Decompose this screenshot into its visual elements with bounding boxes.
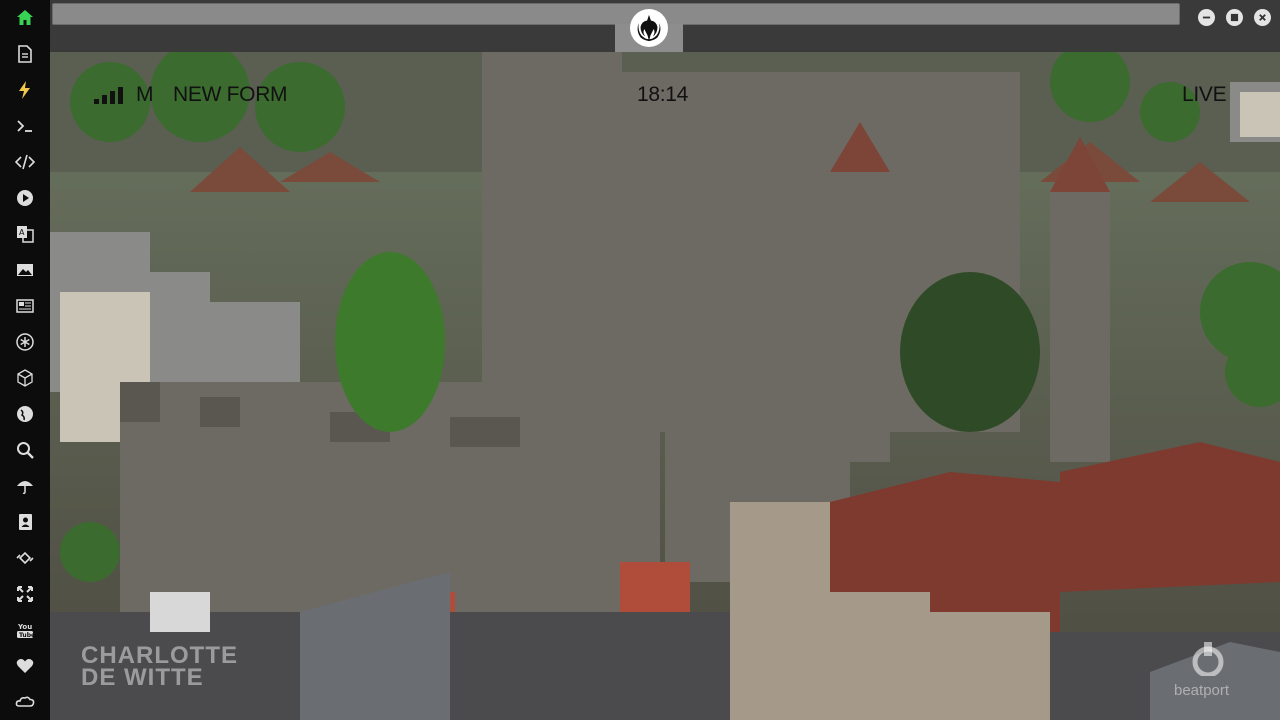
expand-icon[interactable]	[10, 580, 40, 608]
image-icon[interactable]	[10, 256, 40, 284]
svg-text:A: A	[19, 228, 25, 237]
live-video-frame	[50, 52, 1280, 720]
show-title: NEW FORM	[173, 83, 288, 106]
rebel-alliance-logo-icon	[630, 9, 668, 47]
home-icon[interactable]	[10, 4, 40, 32]
sidebar: A You Tube	[0, 0, 51, 720]
link-icon[interactable]	[10, 544, 40, 572]
document-icon[interactable]	[10, 40, 40, 68]
minimize-button[interactable]	[1198, 9, 1215, 26]
asterisk-icon[interactable]	[10, 328, 40, 356]
translate-icon[interactable]: A	[10, 220, 40, 248]
cloud-icon[interactable]	[10, 688, 40, 716]
live-status-badge: LIVE	[1182, 83, 1227, 106]
globe-icon[interactable]	[10, 400, 40, 428]
beatport-logo-icon	[1180, 642, 1236, 681]
brand-watermark: beatport	[1174, 682, 1230, 699]
close-button[interactable]	[1254, 9, 1271, 26]
signal-label: M	[136, 83, 154, 106]
news-icon[interactable]	[10, 292, 40, 320]
window-titlebar	[50, 0, 1280, 52]
heart-icon[interactable]	[10, 652, 40, 680]
code-icon[interactable]	[10, 148, 40, 176]
contact-icon[interactable]	[10, 508, 40, 536]
video-player[interactable]: M NEW FORM 18:14 LIVE CHARLOTTE DE WITTE…	[50, 52, 1280, 720]
artist-watermark: CHARLOTTE DE WITTE	[81, 644, 238, 691]
play-icon[interactable]	[10, 184, 40, 212]
svg-text:Tube: Tube	[19, 632, 35, 639]
clock-time: 18:14	[637, 83, 689, 106]
address-bar[interactable]	[52, 3, 1180, 25]
umbrella-icon[interactable]	[10, 472, 40, 500]
svg-text:You: You	[17, 623, 32, 631]
artist-watermark-line2: DE WITTE	[81, 664, 204, 691]
signal-bars-icon	[94, 86, 128, 109]
terminal-icon[interactable]	[10, 112, 40, 140]
lightning-icon[interactable]	[10, 76, 40, 104]
search-icon[interactable]	[10, 436, 40, 464]
maximize-button[interactable]	[1226, 9, 1243, 26]
cube-icon[interactable]	[10, 364, 40, 392]
youtube-icon[interactable]: You Tube	[10, 616, 40, 644]
